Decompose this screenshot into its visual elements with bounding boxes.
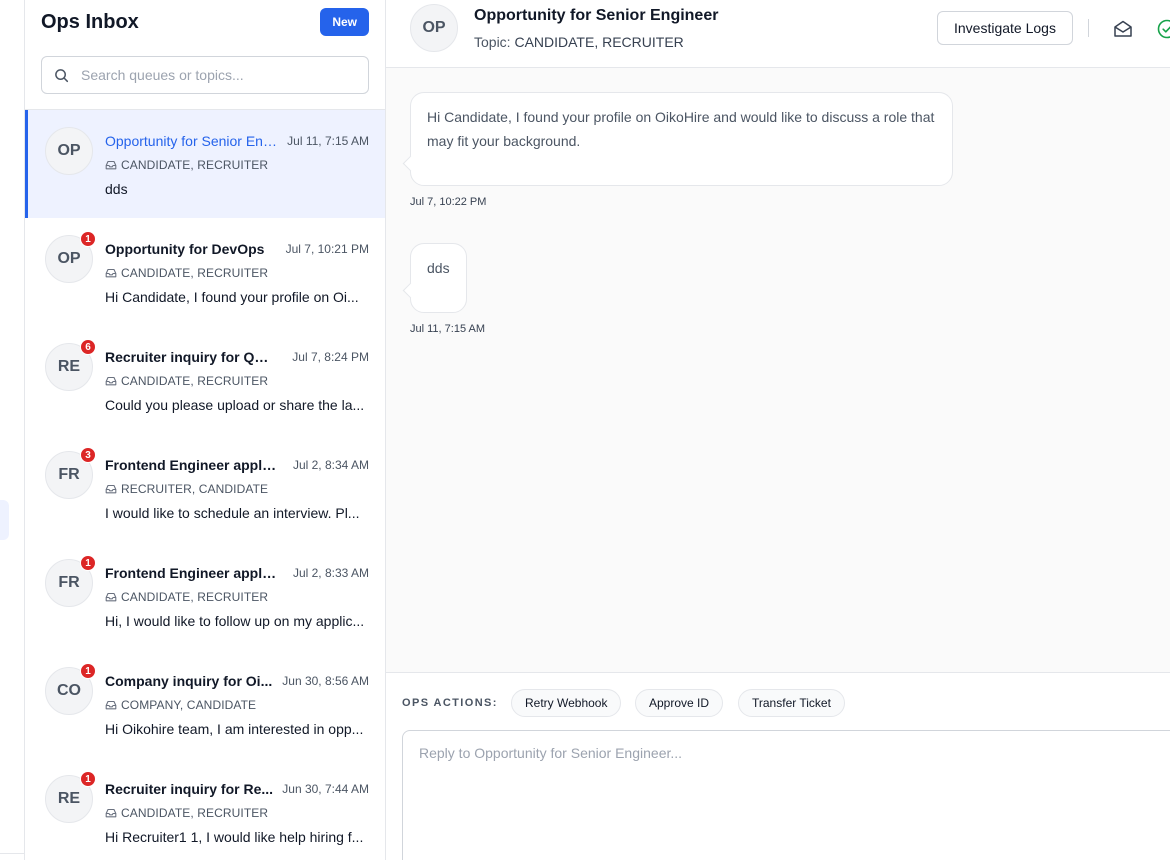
message-time: Jul 7, 10:22 PM xyxy=(410,196,487,208)
envelope-open-icon[interactable] xyxy=(1112,18,1134,40)
message-list: Hi Candidate, I found your profile on Oi… xyxy=(386,68,1170,672)
inbox-sidebar: Ops Inbox New OP Opportunity for Senior … xyxy=(25,0,386,860)
approve-id-button[interactable]: Approve ID xyxy=(635,689,724,717)
thread-topic: RECRUITER, CANDIDATE xyxy=(105,482,268,496)
thread-topic: CANDIDATE, RECRUITER xyxy=(105,590,268,604)
thread-topic: CANDIDATE, RECRUITER xyxy=(105,374,268,388)
check-circle-icon[interactable] xyxy=(1156,18,1170,40)
thread-topic-text: CANDIDATE, RECRUITER xyxy=(121,266,269,280)
message-bubble: Hi Candidate, I found your profile on Oi… xyxy=(410,92,953,186)
sidebar-title: Ops Inbox xyxy=(41,11,139,33)
conversation-title: Opportunity for Senior Engineer xyxy=(474,7,719,24)
investigate-logs-button[interactable]: Investigate Logs xyxy=(937,11,1073,45)
thread-preview: Hi Candidate, I found your profile on Oi… xyxy=(105,289,359,305)
new-button[interactable]: New xyxy=(320,8,369,36)
thread-topic-text: RECRUITER, CANDIDATE xyxy=(121,482,269,496)
thread-time: Jul 2, 8:33 AM xyxy=(292,566,369,580)
thread-topic-text: CANDIDATE, RECRUITER xyxy=(121,158,269,172)
thread-preview: Hi Recruiter1 1, I would like help hirin… xyxy=(105,829,364,845)
ops-actions-label: OPS ACTIONS: xyxy=(402,697,498,709)
avatar: OP xyxy=(45,127,93,175)
thread-time: Jun 30, 8:56 AM xyxy=(282,674,369,688)
thread-item[interactable]: OP 1 Opportunity for DevOps Jul 7, 10:21… xyxy=(25,218,385,326)
inbox-tray-icon xyxy=(105,376,117,386)
unread-badge: 3 xyxy=(80,447,96,463)
thread-subject: Opportunity for Senior Eng... xyxy=(105,133,277,149)
search-input[interactable] xyxy=(81,67,331,83)
thread-topic: CANDIDATE, RECRUITER xyxy=(105,266,268,280)
ops-inbox-app: Ops Inbox New OP Opportunity for Senior … xyxy=(0,0,1170,860)
thread-preview: dds xyxy=(105,181,128,197)
thread-preview: Could you please upload or share the la.… xyxy=(105,397,365,413)
unread-badge: 1 xyxy=(80,771,96,787)
inbox-tray-icon xyxy=(105,160,117,170)
thread-time: Jul 2, 8:34 AM xyxy=(292,458,369,472)
reply-input[interactable] xyxy=(402,730,1170,860)
search-box[interactable] xyxy=(41,56,369,94)
inbox-tray-icon xyxy=(105,268,117,278)
thread-item[interactable]: FR 3 Frontend Engineer applic... Jul 2, … xyxy=(25,434,385,542)
thread-time: Jul 11, 7:15 AM xyxy=(287,134,369,148)
thread-topic-text: CANDIDATE, RECRUITER xyxy=(121,590,269,604)
thread-list: OP Opportunity for Senior Eng... Jul 11,… xyxy=(25,110,385,860)
nav-rail xyxy=(0,0,25,860)
thread-subject: Frontend Engineer applic... xyxy=(105,565,277,581)
reply-composer: OPS ACTIONS: Retry Webhook Approve ID Tr… xyxy=(386,672,1170,860)
thread-time: Jul 7, 8:24 PM xyxy=(292,350,369,364)
thread-item[interactable]: OP Opportunity for Senior Eng... Jul 11,… xyxy=(25,110,385,218)
message-time: Jul 11, 7:15 AM xyxy=(410,323,486,335)
avatar: OP xyxy=(410,4,458,52)
transfer-ticket-button[interactable]: Transfer Ticket xyxy=(738,689,845,717)
thread-topic-text: COMPANY, CANDIDATE xyxy=(121,698,257,712)
thread-topic-text: CANDIDATE, RECRUITER xyxy=(121,374,269,388)
conversation-topic: Topic: CANDIDATE, RECRUITER xyxy=(474,34,684,50)
unread-badge: 6 xyxy=(80,339,96,355)
thread-preview: Hi Oikohire team, I am interested in opp… xyxy=(105,721,364,737)
unread-badge: 1 xyxy=(80,663,96,679)
conversation-header: OP Opportunity for Senior Engineer Topic… xyxy=(386,0,1170,68)
thread-topic: CANDIDATE, RECRUITER xyxy=(105,806,268,820)
inbox-tray-icon xyxy=(105,592,117,602)
unread-badge: 1 xyxy=(80,231,96,247)
thread-item[interactable]: CO 1 Company inquiry for Oi... Jun 30, 8… xyxy=(25,650,385,758)
thread-topic: COMPANY, CANDIDATE xyxy=(105,698,256,712)
thread-subject: Company inquiry for Oi... xyxy=(105,673,273,689)
conversation-panel: OP Opportunity for Senior Engineer Topic… xyxy=(386,0,1170,860)
thread-preview: Hi, I would like to follow up on my appl… xyxy=(105,613,365,629)
thread-subject: Recruiter inquiry for Re... xyxy=(105,781,274,797)
thread-preview: I would like to schedule an interview. P… xyxy=(105,505,360,521)
thread-subject: Frontend Engineer applic... xyxy=(105,457,277,473)
topic-value: CANDIDATE, RECRUITER xyxy=(514,34,684,50)
unread-badge: 1 xyxy=(80,555,96,571)
thread-time: Jul 7, 10:21 PM xyxy=(285,242,369,256)
thread-item[interactable]: RE 6 Recruiter inquiry for QA R... Jul 7… xyxy=(25,326,385,434)
search-icon xyxy=(55,68,69,82)
inbox-tray-icon xyxy=(105,808,117,818)
thread-topic-text: CANDIDATE, RECRUITER xyxy=(121,806,269,820)
topic-label: Topic: xyxy=(474,34,511,50)
message-bubble: dds xyxy=(410,243,467,313)
thread-time: Jun 30, 7:44 AM xyxy=(282,782,369,796)
sidebar-header: Ops Inbox New xyxy=(25,0,385,110)
thread-subject: Recruiter inquiry for QA R... xyxy=(105,349,277,365)
inbox-tray-icon xyxy=(105,484,117,494)
inbox-tray-icon xyxy=(105,700,117,710)
retry-webhook-button[interactable]: Retry Webhook xyxy=(511,689,622,717)
rail-divider xyxy=(0,853,25,854)
thread-topic: CANDIDATE, RECRUITER xyxy=(105,158,268,172)
rail-active-marker[interactable] xyxy=(0,500,9,540)
thread-subject: Opportunity for DevOps xyxy=(105,241,265,257)
thread-item[interactable]: RE 1 Recruiter inquiry for Re... Jun 30,… xyxy=(25,758,385,860)
header-divider xyxy=(1088,19,1089,37)
thread-item[interactable]: FR 1 Frontend Engineer applic... Jul 2, … xyxy=(25,542,385,650)
